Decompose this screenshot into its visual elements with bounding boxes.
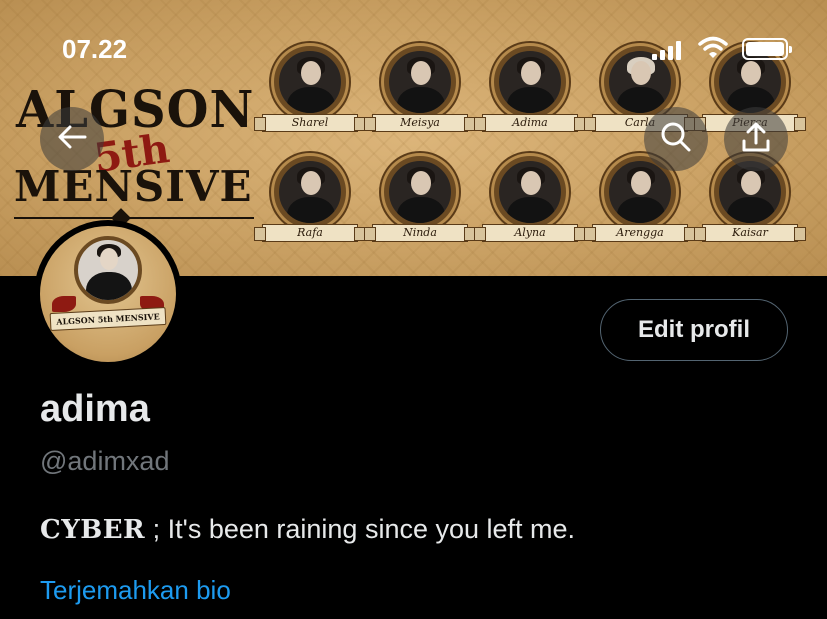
battery-icon xyxy=(742,38,792,60)
member-portrait: Sharel xyxy=(254,46,366,146)
avatar-portrait xyxy=(74,236,142,304)
member-portrait: Adima xyxy=(474,46,586,146)
member-portrait: Arengga xyxy=(584,156,696,256)
member-portrait: Ninda xyxy=(364,156,476,256)
search-button[interactable] xyxy=(644,107,708,171)
logo-divider xyxy=(14,217,254,219)
member-name: Alyna xyxy=(474,224,586,242)
member-name: Rafa xyxy=(254,224,366,242)
share-button[interactable] xyxy=(724,107,788,171)
member-name: Arengga xyxy=(584,224,696,242)
translate-bio-link[interactable]: Terjemahkan bio xyxy=(40,575,231,606)
cellular-signal-icon xyxy=(652,40,684,60)
member-portrait: Alyna xyxy=(474,156,586,256)
share-icon xyxy=(741,121,771,158)
edit-profile-button[interactable]: Edit profil xyxy=(600,299,788,361)
member-name: Ninda xyxy=(364,224,476,242)
bird-ornament-icon xyxy=(52,296,76,312)
status-time: 07.22 xyxy=(62,34,128,64)
bio-prefix: CYBER xyxy=(40,515,146,545)
arrow-left-icon xyxy=(57,124,87,155)
search-icon xyxy=(660,121,692,158)
member-name: Adima xyxy=(474,114,586,132)
bio-text: ; It's been raining since you left me. xyxy=(145,514,576,544)
avatar[interactable]: ALGSON 5th MENSIVE xyxy=(34,220,182,368)
member-portrait: Kaisar xyxy=(694,156,806,256)
member-name: Sharel xyxy=(254,114,366,132)
user-handle: @adimxad xyxy=(40,446,170,476)
member-name: Kaisar xyxy=(694,224,806,242)
back-button[interactable] xyxy=(40,107,104,171)
avatar-image: ALGSON 5th MENSIVE xyxy=(40,226,176,362)
member-name: Meisya xyxy=(364,114,476,132)
display-name: adima xyxy=(40,388,150,430)
wifi-icon xyxy=(698,36,728,60)
profile-bio: CYBER ; It's been raining since you left… xyxy=(40,514,575,545)
logo-line-3: MENSIVE xyxy=(14,162,253,211)
member-portrait: Rafa xyxy=(254,156,366,256)
member-portrait: Meisya xyxy=(364,46,476,146)
